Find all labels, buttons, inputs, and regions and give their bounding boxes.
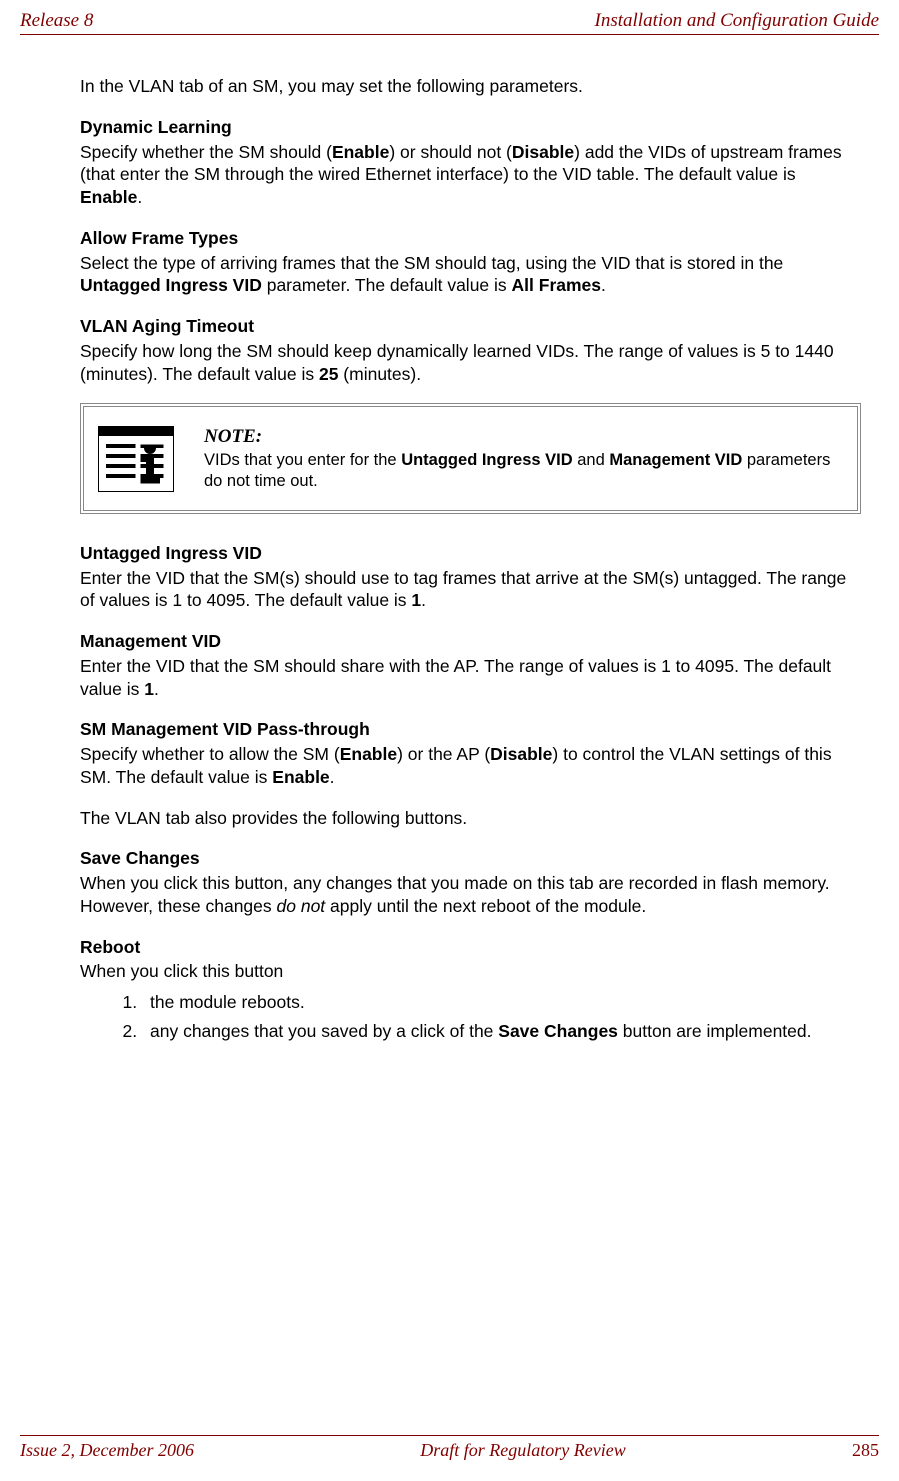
text: parameter. The default value is	[262, 275, 512, 295]
bold-default: 1	[144, 679, 154, 699]
para-untagged-ingress-vid: Enter the VID that the SM(s) should use …	[80, 567, 861, 613]
text: .	[421, 590, 426, 610]
para-vlan-aging-timeout: Specify how long the SM should keep dyna…	[80, 340, 861, 386]
text: .	[154, 679, 159, 699]
text: Enter the VID that the SM(s) should use …	[80, 568, 846, 611]
text: Enter the VID that the SM should share w…	[80, 656, 831, 699]
bold-default: Enable	[80, 187, 137, 207]
note-icon	[98, 426, 174, 492]
text: Select the type of arriving frames that …	[80, 253, 783, 273]
reboot-steps-list: the module reboots. any changes that you…	[80, 991, 861, 1043]
page-content: In the VLAN tab of an SM, you may set th…	[20, 35, 879, 1435]
page-header: Release 8 Installation and Configuration…	[20, 10, 879, 35]
text: .	[330, 767, 335, 787]
text: Specify whether to allow the SM (	[80, 744, 340, 764]
bold-enable: Enable	[340, 744, 397, 764]
text: .	[601, 275, 606, 295]
heading-dynamic-learning: Dynamic Learning	[80, 116, 861, 139]
bold-default: Enable	[272, 767, 329, 787]
para-save-changes: When you click this button, any changes …	[80, 872, 861, 918]
intro-paragraph: In the VLAN tab of an SM, you may set th…	[80, 75, 861, 98]
text: Specify how long the SM should keep dyna…	[80, 341, 834, 384]
mid-paragraph: The VLAN tab also provides the following…	[80, 807, 861, 830]
list-item: any changes that you saved by a click of…	[142, 1020, 861, 1043]
header-release: Release 8	[20, 10, 93, 32]
footer-issue: Issue 2, December 2006	[20, 1440, 194, 1461]
para-sm-mgmt-vid-passthrough: Specify whether to allow the SM (Enable)…	[80, 743, 861, 789]
heading-allow-frame-types: Allow Frame Types	[80, 227, 861, 250]
bold-save-changes: Save Changes	[498, 1021, 618, 1041]
text: .	[137, 187, 142, 207]
footer-status: Draft for Regulatory Review	[194, 1440, 852, 1461]
text: and	[573, 451, 610, 469]
para-allow-frame-types: Select the type of arriving frames that …	[80, 252, 861, 298]
bold-param: Management VID	[609, 451, 742, 469]
text: Specify whether the SM should (	[80, 142, 332, 162]
bold-disable: Disable	[490, 744, 552, 764]
heading-management-vid: Management VID	[80, 630, 861, 653]
bold-default: 25	[319, 364, 338, 384]
text: ) or should not (	[389, 142, 512, 162]
para-dynamic-learning: Specify whether the SM should (Enable) o…	[80, 141, 861, 209]
heading-vlan-aging-timeout: VLAN Aging Timeout	[80, 315, 861, 338]
heading-reboot: Reboot	[80, 936, 861, 959]
bold-enable: Enable	[332, 142, 389, 162]
bold-default: All Frames	[512, 275, 601, 295]
bold-default: 1	[411, 590, 421, 610]
text: ) or the AP (	[397, 744, 490, 764]
text: VIDs that you enter for the	[204, 451, 401, 469]
page-footer: Issue 2, December 2006 Draft for Regulat…	[20, 1435, 879, 1461]
para-management-vid: Enter the VID that the SM should share w…	[80, 655, 861, 701]
footer-page-number: 285	[852, 1440, 879, 1461]
para-reboot-intro: When you click this button	[80, 960, 861, 983]
heading-save-changes: Save Changes	[80, 847, 861, 870]
header-doc-title: Installation and Configuration Guide	[595, 10, 879, 32]
note-box: NOTE: VIDs that you enter for the Untagg…	[80, 403, 861, 514]
heading-sm-mgmt-vid-passthrough: SM Management VID Pass-through	[80, 718, 861, 741]
heading-untagged-ingress-vid: Untagged Ingress VID	[80, 542, 861, 565]
bold-disable: Disable	[512, 142, 574, 162]
text: any changes that you saved by a click of…	[150, 1021, 498, 1041]
italic-do-not: do not	[277, 896, 326, 916]
note-label: NOTE:	[204, 426, 262, 447]
note-text: NOTE: VIDs that you enter for the Untagg…	[204, 425, 843, 492]
bold-param: Untagged Ingress VID	[80, 275, 262, 295]
text: (minutes).	[338, 364, 421, 384]
text: button are implemented.	[618, 1021, 812, 1041]
list-item: the module reboots.	[142, 991, 861, 1014]
text: apply until the next reboot of the modul…	[325, 896, 646, 916]
bold-param: Untagged Ingress VID	[401, 451, 572, 469]
